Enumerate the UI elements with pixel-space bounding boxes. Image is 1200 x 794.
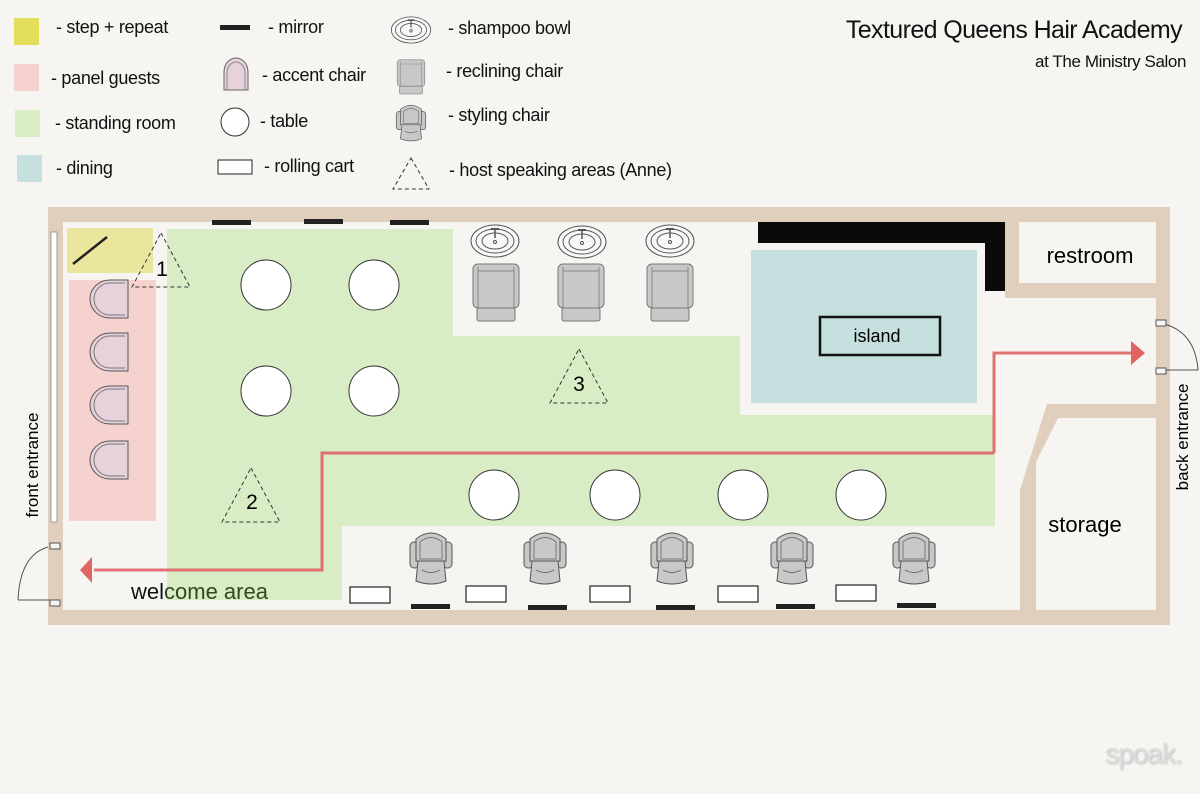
front-window xyxy=(50,231,58,523)
speaking-area-3-label: 3 xyxy=(573,373,585,396)
styling-chair xyxy=(409,532,453,585)
shampoo-stations xyxy=(470,224,695,322)
table-icon xyxy=(220,107,250,137)
speaking-area-icon xyxy=(392,157,430,190)
arrow-to-front-entrance xyxy=(80,557,92,583)
accent-chair-icon xyxy=(223,57,249,91)
table xyxy=(240,365,292,417)
styling-chair xyxy=(523,532,567,585)
accent-chair xyxy=(89,332,129,372)
speaking-area-2-label: 2 xyxy=(246,491,258,514)
storage-label: storage xyxy=(1048,512,1121,537)
mirrors-bottom xyxy=(411,603,936,610)
mirror-icon xyxy=(220,25,250,30)
rolling-cart-icon xyxy=(217,159,253,175)
rolling-cart xyxy=(717,585,759,603)
island-label: island xyxy=(853,326,900,346)
table xyxy=(589,469,641,521)
table xyxy=(348,365,400,417)
reclining-chair xyxy=(646,263,694,322)
table xyxy=(348,259,400,311)
styling-chair xyxy=(892,532,936,585)
spoak-watermark: spoak. xyxy=(1105,738,1182,769)
styling-chair-icon xyxy=(395,104,427,142)
arrow-to-back-entrance xyxy=(1131,341,1145,365)
rolling-cart xyxy=(589,585,631,603)
step-repeat-zone xyxy=(67,228,153,273)
reclining-chair-icon xyxy=(396,59,426,95)
rolling-cart xyxy=(835,584,877,602)
table xyxy=(717,469,769,521)
shampoo-bowl xyxy=(470,224,520,258)
accent-chair xyxy=(89,385,129,425)
styling-chair xyxy=(770,532,814,585)
floor-plan: 1 2 3 restroom storage island welcome ar… xyxy=(17,16,1199,625)
accent-chair xyxy=(89,440,129,480)
restroom-label: restroom xyxy=(1047,243,1134,268)
styling-chairs xyxy=(409,532,936,585)
back-entrance-label: back entrance xyxy=(1173,384,1192,491)
table xyxy=(468,469,520,521)
table xyxy=(835,469,887,521)
front-entrance-label: front entrance xyxy=(23,413,42,518)
shampoo-bowl-icon xyxy=(390,16,432,44)
speaking-area-1-label: 1 xyxy=(156,258,168,281)
rolling-carts xyxy=(349,584,877,604)
table xyxy=(240,259,292,311)
rolling-cart xyxy=(465,585,507,603)
welcome-area-label: welcome area xyxy=(130,579,269,604)
reclining-chair xyxy=(557,263,605,322)
shampoo-bowl xyxy=(557,225,607,259)
shampoo-bowl xyxy=(645,224,695,258)
styling-chair xyxy=(650,532,694,585)
accent-chair xyxy=(89,279,129,319)
rolling-cart xyxy=(349,586,391,604)
legend-icons xyxy=(217,16,432,190)
reclining-chair xyxy=(472,263,520,322)
